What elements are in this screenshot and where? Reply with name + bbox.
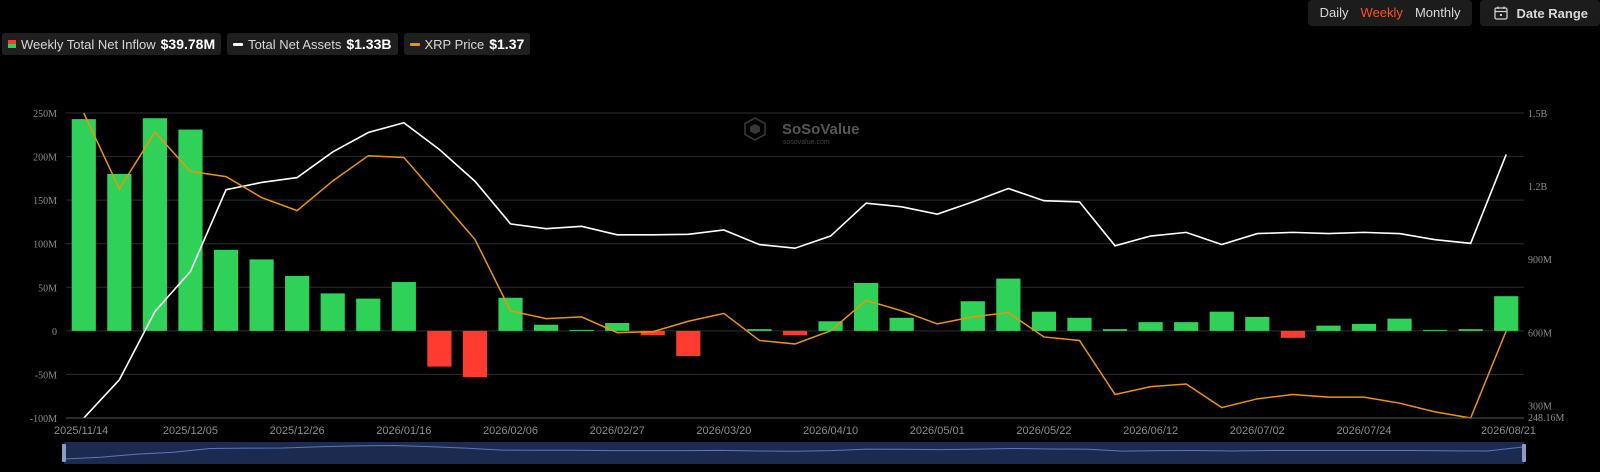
inflow-bar [285, 275, 310, 331]
left-axis-tick-label: 150M [33, 196, 57, 207]
navigator-right-handle[interactable] [1522, 444, 1526, 462]
x-axis-tick-label: 2025/12/26 [270, 425, 325, 437]
x-axis-tick-label: 2026/05/01 [910, 425, 965, 437]
inflow-bar [747, 329, 772, 331]
left-axis-tick-label: 50M [38, 283, 57, 294]
inflow-bar [1494, 296, 1519, 331]
navigator-left-handle[interactable] [62, 444, 66, 462]
x-axis-tick-label: 2026/08/21 [1481, 425, 1536, 437]
inflow-bar [1102, 329, 1128, 331]
watermark-url: sosovalue.com [783, 139, 830, 146]
inflow-bar [320, 293, 345, 331]
inflow-bar [1387, 318, 1412, 331]
x-axis-tick-label: 2026/04/10 [803, 425, 858, 437]
right-axis-tick-label: 600M [1528, 328, 1552, 339]
inflow-bar [1423, 329, 1448, 331]
right-axis-tick-label: 1.5B [1528, 109, 1548, 120]
inflow-bar [71, 119, 96, 331]
watermark-brand: SoSoValue [782, 121, 860, 138]
range-navigator[interactable] [62, 442, 1526, 464]
inflow-bar [356, 298, 381, 331]
sosovalue-logo-inner [750, 124, 760, 134]
inflow-bar [462, 330, 488, 378]
right-axis-tick-label: 300M [1528, 401, 1552, 412]
inflow-bar [1280, 330, 1305, 338]
right-axis-tick-label: 900M [1528, 255, 1552, 266]
inflow-bar [1031, 311, 1057, 331]
inflow-bar [1067, 317, 1092, 331]
inflow-bar [569, 329, 594, 331]
left-axis-tick-label: 100M [33, 240, 57, 251]
right-axis-tick-label: 1.2B [1528, 182, 1548, 193]
inflow-bar [1174, 322, 1199, 331]
inflow-bar [1351, 323, 1377, 331]
left-axis-tick-label: 0 [52, 327, 57, 338]
inflow-bar [1245, 316, 1270, 331]
inflow-bar [391, 282, 416, 331]
inflow-bar [533, 324, 559, 331]
x-axis-tick-label: 2026/06/12 [1123, 425, 1178, 437]
watermark: SoSoValue sosovalue.com [744, 117, 860, 146]
x-axis-tick-label: 2026/02/06 [483, 425, 538, 437]
net-assets-line [83, 121, 1507, 419]
right-axis-min-label: 248.16M [1528, 413, 1565, 424]
x-axis-tick-label: 2025/11/14 [54, 425, 108, 437]
left-axis-tick-label: -50M [35, 370, 57, 381]
inflow-bar [427, 330, 452, 367]
inflow-bar [889, 317, 914, 331]
inflow-bar [1458, 329, 1483, 331]
inflow-bar [107, 174, 132, 331]
x-axis-tick-label: 2026/03/20 [696, 425, 751, 437]
left-axis-tick-label: 200M [33, 153, 57, 164]
inflow-bar [213, 249, 239, 331]
x-axis-tick-label: 2026/01/16 [376, 425, 431, 437]
series-lines [83, 112, 1507, 419]
x-axis-tick-label: 2026/07/02 [1230, 425, 1285, 437]
x-axis-tick-label: 2025/12/05 [163, 425, 218, 437]
inflow-bar [249, 259, 274, 331]
xrp-price-line [83, 112, 1507, 419]
inflow-bar [1209, 311, 1234, 331]
inflow-bar [142, 118, 167, 331]
navigator-window[interactable] [64, 442, 1524, 464]
inflow-bar [1138, 322, 1163, 331]
x-axis-tick-label: 2026/02/27 [590, 425, 645, 437]
left-axis-tick-label: -100M [30, 414, 57, 425]
inflow-bar [1316, 325, 1341, 331]
inflow-bar [178, 129, 203, 331]
inflow-bar [676, 330, 701, 357]
inflow-bar [498, 297, 523, 331]
left-axis-tick-label: 250M [33, 109, 57, 120]
chart: SoSoValue sosovalue.com 250M 200M 150M 100M… [30, 109, 1565, 464]
inflow-bar [782, 330, 808, 336]
x-axis-tick-label: 2026/05/22 [1016, 425, 1071, 437]
x-axis-tick-label: 2026/07/24 [1336, 425, 1391, 437]
inflow-bar [996, 278, 1021, 331]
